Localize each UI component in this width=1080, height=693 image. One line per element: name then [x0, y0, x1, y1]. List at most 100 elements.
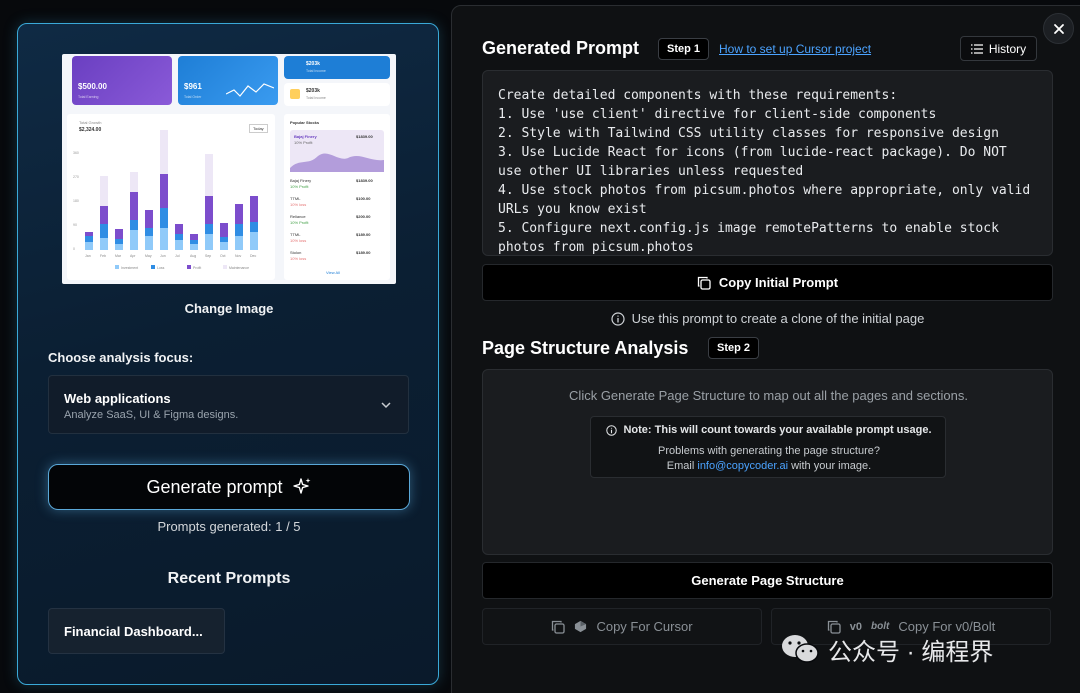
thumb-bar-segment	[175, 234, 183, 240]
thumb-featured-name: Bajaj Finery	[294, 134, 317, 139]
thumb-stock-name: TTML	[290, 196, 301, 201]
recent-prompt-item[interactable]: Financial Dashboard...	[48, 608, 225, 654]
thumb-bar-segment	[190, 244, 198, 250]
wechat-watermark: 公众号 · 编程界	[780, 631, 993, 667]
thumb-stock-name: Bajaj Finery	[290, 178, 312, 183]
thumb-y-tick: 360	[73, 151, 79, 155]
thumb-bar-segment	[205, 234, 213, 250]
thumb-bar-segment	[85, 242, 93, 250]
thumb-stock-value: $189.00	[356, 250, 371, 255]
thumb-bar-segment	[130, 192, 138, 220]
thumb-card-income-2: $203k Total Income	[284, 83, 390, 106]
thumb-stock-value: $200.00	[356, 214, 371, 219]
analysis-focus-select[interactable]: Web applications Analyze SaaS, UI & Figm…	[48, 375, 409, 434]
thumb-y-tick: 90	[73, 223, 77, 227]
focus-selected-description: Analyze SaaS, UI & Figma designs.	[64, 409, 239, 421]
thumb-bar-segment	[160, 174, 168, 208]
thumb-stock-change: 10% Profit	[290, 220, 309, 225]
thumb-bar-segment	[175, 224, 183, 234]
thumb-bar-segment	[190, 240, 198, 244]
copy-for-cursor-label: Copy For Cursor	[596, 619, 693, 634]
thumb-bar-segment	[235, 204, 243, 224]
thumb-featured-value: $1839.00	[356, 134, 373, 139]
step-1-badge: Step 1	[658, 38, 710, 60]
copy-for-cursor-button[interactable]: Copy For Cursor	[482, 608, 762, 645]
info-icon	[606, 424, 618, 436]
cursor-setup-link[interactable]: How to set up Cursor project	[719, 42, 871, 56]
thumb-stocks-title: Popular Stocks	[290, 120, 320, 125]
generate-prompt-button[interactable]: Generate prompt	[48, 464, 410, 510]
thumb-bar-segment	[145, 236, 153, 250]
list-icon	[970, 43, 983, 54]
thumb-card-earning: $500.00 Total Earning	[72, 56, 172, 105]
thumb-bar-segment	[175, 240, 183, 250]
thumb-bar-segment	[205, 154, 213, 196]
thumb-view-all[interactable]: View All	[326, 270, 340, 275]
page-structure-title: Page Structure Analysis	[482, 338, 689, 358]
thumb-bar-segment	[100, 206, 108, 224]
focus-selected-title: Web applications	[64, 391, 171, 406]
copy-icon	[697, 276, 711, 290]
thumb-month-label: Feb	[100, 254, 106, 258]
thumb-month-label: Jan	[85, 254, 91, 258]
page-structure-output: Click Generate Page Structure to map out…	[482, 369, 1053, 555]
watermark-text: 公众号 · 编程界	[828, 638, 994, 666]
thumb-card-order: $961 Total Order	[178, 56, 278, 105]
thumb-legend-swatch	[223, 265, 227, 269]
thumb-stock-featured: Bajaj Finery $1839.00 10% Profit	[290, 130, 384, 172]
thumb-bar-segment	[145, 210, 153, 228]
thumb-card-order-value: $961	[184, 82, 202, 91]
usage-note-box: Note: This will count towards your avail…	[590, 416, 946, 478]
support-email-link[interactable]: info@copycoder.ai	[697, 460, 788, 472]
thumb-bar-chart: Jan Feb Mar Apr May Jun Jul Aug Sep Oct Nov Dec 360 2…	[73, 130, 258, 270]
thumb-bar-segment	[235, 236, 243, 250]
generated-prompt-text[interactable]: Create detailed components with these re…	[482, 70, 1053, 256]
thumb-bar-segment	[85, 232, 93, 236]
copy-icon	[552, 620, 566, 634]
generate-page-structure-button[interactable]: Generate Page Structure	[482, 562, 1053, 599]
thumb-month-label: Sep	[205, 254, 211, 258]
thumb-bar-segment	[160, 130, 168, 174]
thumb-card-income-2-value: $203k	[306, 88, 320, 94]
thumb-month-label: Jul	[175, 254, 180, 258]
thumb-month-label: Dec	[250, 254, 256, 258]
usage-note-bold: Note: This will count towards your avail…	[623, 424, 932, 436]
structure-hint-text: Click Generate Page Structure to map out…	[569, 388, 968, 403]
thumb-bar-segment	[100, 238, 108, 250]
thumb-month-label: Jun	[160, 254, 166, 258]
thumb-bar-segment	[220, 237, 228, 242]
thumb-legend-swatch	[151, 265, 155, 269]
thumb-card-income-1: $203k Total Income	[284, 56, 390, 79]
recent-prompts-title: Recent Prompts	[167, 570, 291, 587]
step-2-badge: Step 2	[708, 337, 760, 359]
thumb-featured-sub: 10% Profit	[294, 140, 313, 145]
thumb-card-earning-value: $500.00	[78, 82, 107, 91]
thumb-sparkline	[226, 83, 274, 97]
thumb-bar-segment	[115, 239, 123, 244]
thumb-stock-name: Reliance	[290, 214, 306, 219]
copy-initial-prompt-button[interactable]: Copy Initial Prompt	[482, 264, 1053, 301]
thumb-card-earning-label: Total Earning	[78, 95, 99, 99]
thumb-month-label: May	[145, 254, 152, 258]
history-button[interactable]: History	[960, 36, 1037, 61]
thumb-bar-segment	[220, 242, 228, 250]
thumb-popular-stocks: Popular Stocks Bajaj Finery $1839.00 10%…	[284, 114, 390, 280]
thumb-bar-segment	[145, 228, 153, 236]
prompts-generated-count: Prompts generated: 1 / 5	[157, 519, 301, 534]
thumb-stock-change: 10% loss	[290, 202, 307, 207]
history-label: History	[988, 41, 1027, 56]
close-button[interactable]	[1043, 13, 1074, 44]
thumb-stock-change: 10% loss	[290, 256, 307, 261]
thumb-bar-segment	[205, 196, 213, 224]
use-prompt-note: Use this prompt to create a clone of the…	[482, 311, 1053, 326]
thumb-legend-label: Investment	[121, 266, 138, 270]
thumb-bar-segment	[205, 224, 213, 234]
thumb-card-income-1-label: Total Income	[306, 69, 326, 73]
thumb-bar-segment	[100, 176, 108, 206]
change-image-button[interactable]: Change Image	[18, 301, 440, 316]
thumb-card-income-2-label: Total Income	[306, 96, 326, 100]
thumb-y-tick: 180	[73, 199, 79, 203]
uploaded-image-thumbnail[interactable]: $500.00 Total Earning $961 Total Order $…	[62, 54, 396, 284]
thumb-bar-segment	[130, 220, 138, 230]
thumb-stock-change: 10% Profit	[290, 184, 309, 189]
